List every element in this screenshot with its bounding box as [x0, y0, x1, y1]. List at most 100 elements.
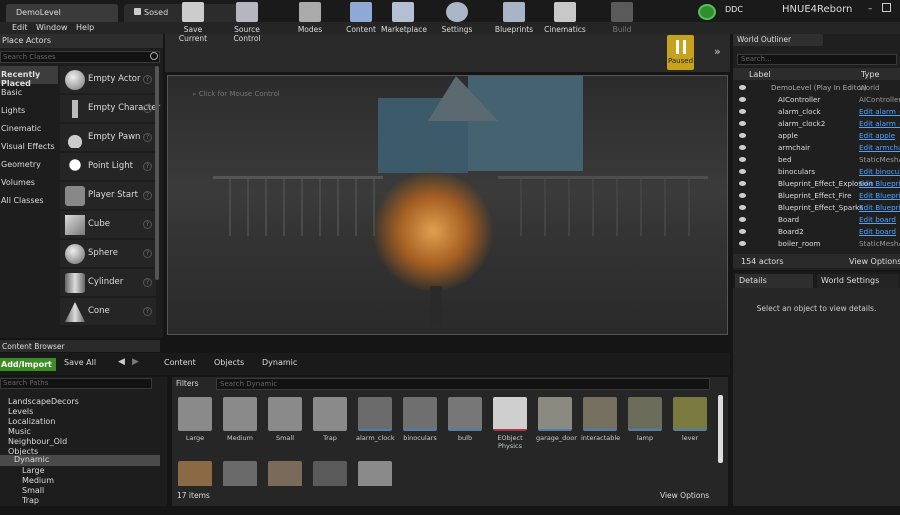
eye-icon[interactable] — [739, 85, 746, 90]
tree-folder[interactable]: LandscapeDecors — [8, 397, 79, 406]
category-volumes[interactable]: Volumes — [0, 174, 58, 192]
label-column-header[interactable]: Label — [749, 70, 771, 79]
type-column-header[interactable]: Type — [861, 70, 879, 79]
eye-icon[interactable] — [739, 133, 746, 138]
menu-help[interactable]: Help — [76, 23, 94, 32]
path-search-input[interactable]: Search Paths — [0, 378, 152, 389]
place-item-empty-character[interactable]: Empty Character? — [60, 95, 160, 122]
eye-icon[interactable] — [739, 217, 746, 222]
eye-icon[interactable] — [739, 181, 746, 186]
game-viewport[interactable]: ▸ Click for Mouse Control — [167, 75, 728, 335]
world-outliner-tab[interactable]: World Outliner — [733, 34, 823, 46]
marketplace-button[interactable]: Marketplace — [381, 2, 427, 36]
help-icon[interactable]: ? — [143, 162, 152, 171]
toolbar-overflow-icon[interactable]: » — [714, 45, 721, 58]
outliner-search-input[interactable]: Search... — [737, 54, 897, 65]
eye-icon[interactable] — [739, 121, 746, 126]
outliner-row[interactable]: Board2 Edit board — [733, 226, 900, 238]
asset-tile[interactable]: alarm_clock — [356, 397, 395, 451]
maximize-button[interactable] — [882, 3, 891, 12]
help-icon[interactable]: ? — [143, 307, 152, 316]
asset-tile[interactable]: interactable — [581, 397, 620, 451]
eye-icon[interactable] — [739, 193, 746, 198]
asset-tile[interactable]: Trap — [311, 397, 349, 451]
place-item-empty-actor[interactable]: Empty Actor? — [60, 66, 156, 93]
tab-demolevel[interactable]: DemoLevel — [6, 4, 118, 22]
asset-tile[interactable]: lever — [671, 397, 709, 451]
help-icon[interactable]: ? — [143, 191, 152, 200]
edit-blueprint-link[interactable]: Edit alarm_clock — [859, 107, 900, 116]
content-browser-tab[interactable]: Content Browser — [0, 340, 160, 352]
outliner-row[interactable]: binoculars Edit binoculars — [733, 166, 900, 178]
scrollbar[interactable] — [718, 395, 723, 463]
source-control-status-icon[interactable] — [698, 4, 716, 20]
edit-blueprint-link[interactable]: Edit board — [859, 215, 900, 224]
eye-icon[interactable] — [739, 109, 746, 114]
save-current-button[interactable]: Save Current — [170, 2, 216, 43]
outliner-row[interactable]: Blueprint_Effect_SparksEdit Blueprint — [733, 202, 900, 214]
build-button[interactable]: Build — [608, 2, 636, 36]
place-item-sphere[interactable]: Sphere? — [60, 240, 156, 267]
tree-folder[interactable]: Localization — [8, 417, 55, 426]
outliner-row[interactable]: bed StaticMeshActor — [733, 154, 900, 166]
category-basic[interactable]: Basic — [0, 84, 58, 102]
content-button[interactable]: Content — [343, 2, 379, 36]
help-icon[interactable]: ? — [143, 75, 152, 84]
modes-button[interactable]: Modes — [293, 2, 327, 36]
eye-icon[interactable] — [739, 241, 746, 246]
category-cinematic[interactable]: Cinematic — [0, 120, 58, 138]
outliner-row[interactable]: Blueprint_Effect_Fire Edit Blueprint — [733, 190, 900, 202]
tree-folder[interactable]: Large — [22, 466, 45, 475]
edit-blueprint-link[interactable]: Edit board — [859, 227, 900, 236]
eye-icon[interactable] — [739, 205, 746, 210]
help-icon[interactable]: ? — [143, 133, 152, 142]
edit-blueprint-link[interactable]: Edit alarm_clock — [859, 119, 900, 128]
eye-icon[interactable] — [739, 157, 746, 162]
pause-button[interactable]: Paused — [667, 35, 694, 70]
place-item-cone[interactable]: Cone? — [60, 298, 156, 325]
asset-tile[interactable]: Large — [176, 397, 214, 451]
view-options-button[interactable]: View Options — [660, 491, 709, 500]
outliner-row[interactable]: Board Edit board — [733, 214, 900, 226]
filters-button[interactable]: Filters — [172, 378, 214, 390]
source-control-button[interactable]: Source Control — [220, 2, 274, 43]
eye-icon[interactable] — [739, 229, 746, 234]
minimize-button[interactable]: – — [868, 4, 873, 14]
edit-blueprint-link[interactable]: Edit Blueprint — [859, 179, 900, 188]
outliner-row[interactable]: alarm_clock Edit alarm_clock — [733, 106, 900, 118]
menu-window[interactable]: Window — [36, 23, 68, 32]
help-icon[interactable]: ? — [143, 220, 152, 229]
settings-button[interactable]: Settings — [438, 2, 476, 36]
path-objects[interactable]: Objects — [214, 358, 244, 367]
help-icon[interactable]: ? — [143, 104, 152, 113]
outliner-row[interactable]: boiler_room StaticMeshActor — [733, 238, 900, 250]
asset-tile[interactable]: Small — [266, 397, 304, 451]
tree-folder[interactable]: Medium — [22, 476, 54, 485]
blueprints-button[interactable]: Blueprints — [494, 2, 534, 36]
category-lights[interactable]: Lights — [0, 102, 58, 120]
outliner-row[interactable]: apple Edit apple — [733, 130, 900, 142]
details-tab[interactable]: Details — [735, 274, 813, 288]
forward-arrow-icon[interactable]: ▶ — [132, 357, 139, 367]
edit-blueprint-link[interactable]: Edit Blueprint — [859, 191, 900, 200]
category-geometry[interactable]: Geometry — [0, 156, 58, 174]
ddc-indicator[interactable]: DDC — [725, 5, 765, 19]
tree-folder[interactable]: Trap — [22, 496, 39, 505]
edit-blueprint-link[interactable]: Edit binoculars — [859, 167, 900, 176]
help-icon[interactable]: ? — [143, 278, 152, 287]
path-content[interactable]: Content — [164, 358, 196, 367]
asset-tile[interactable]: lamp — [626, 397, 664, 451]
asset-search-input[interactable]: Search Dynamic — [216, 378, 710, 390]
asset-tile[interactable]: Medium — [221, 397, 259, 451]
place-item-player-start[interactable]: Player Start? — [60, 182, 156, 209]
eye-icon[interactable] — [739, 97, 746, 102]
eye-icon[interactable] — [739, 169, 746, 174]
eye-icon[interactable] — [739, 145, 746, 150]
save-all-button[interactable]: Save All — [64, 358, 96, 367]
category-recently-placed[interactable]: Recently Placed — [0, 66, 58, 88]
edit-blueprint-link[interactable]: Edit Blueprint — [859, 203, 900, 212]
world-settings-tab[interactable]: World Settings — [817, 274, 899, 288]
edit-blueprint-link[interactable]: Edit apple — [859, 131, 900, 140]
tree-folder[interactable]: Levels — [8, 407, 33, 416]
outliner-row[interactable]: alarm_clock2 Edit alarm_clock — [733, 118, 900, 130]
